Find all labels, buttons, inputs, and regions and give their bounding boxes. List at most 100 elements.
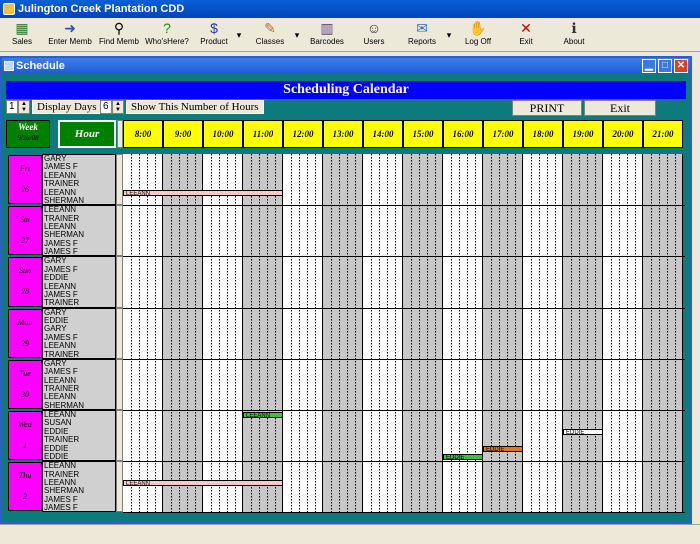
find-memb-button[interactable]: ⚲ Find Memb (98, 20, 140, 50)
binoculars-icon: ⚲ (113, 20, 125, 36)
close-icon: ✕ (520, 20, 532, 36)
hour-header: 10:00 (203, 120, 243, 148)
staff-list-scrollbar[interactable] (116, 461, 123, 513)
booking-bar[interactable]: LEEANN (243, 412, 283, 418)
day-name: Fri (19, 164, 31, 173)
barcodes-button[interactable]: ▥ Barcodes (306, 20, 348, 50)
users-button[interactable]: ☺ Users (354, 20, 394, 50)
hour-column[interactable] (323, 154, 363, 512)
day-name: Tue (19, 368, 31, 378)
staff-list[interactable]: LEEANN TRAINER LEEANN SHERMAN JAMES F JAMES F (42, 205, 116, 257)
exit-calendar-button[interactable]: Exit (584, 100, 656, 116)
app-icon (3, 3, 15, 15)
logoff-icon: ✋ (469, 20, 487, 36)
hour-column[interactable] (123, 154, 163, 512)
week-date: 9/26/08 (17, 134, 39, 142)
hour-column[interactable] (643, 154, 683, 512)
hour-column[interactable] (163, 154, 203, 512)
hour-header: 21:00 (643, 120, 683, 148)
booking-bar[interactable]: EDDIE (483, 445, 523, 452)
staff-list[interactable]: GARY JAMES F EDDIE LEEANN JAMES F TRAINER (42, 256, 116, 308)
logoff-button[interactable]: ✋ Log Off (456, 20, 500, 50)
day-name: Thu (18, 471, 32, 481)
hour-column[interactable] (203, 154, 243, 512)
about-button[interactable]: ℹ About (554, 20, 594, 50)
toolbar-label: Log Off (464, 37, 492, 46)
product-button[interactable]: $ Product (194, 20, 234, 50)
hour-header: 19:00 (563, 120, 603, 148)
booking-bar[interactable]: LEEANN (123, 189, 283, 196)
display-days-spinner[interactable]: ▲ ▼ (18, 100, 30, 114)
sales-icon: ▦ (15, 20, 29, 36)
hour-column[interactable] (283, 154, 323, 512)
day-cell: Tue 30 (8, 359, 42, 409)
staff-list[interactable]: GARY EDDIE GARY JAMES F LEEANN TRAINER (42, 307, 116, 359)
day-divider (123, 461, 685, 463)
day-name: Wed (18, 420, 32, 429)
staff-name: TRAINER (44, 349, 80, 359)
day-divider (123, 410, 685, 411)
hours-input[interactable]: 6 (100, 100, 112, 114)
schedule-grid: Week 9/26/08 Hour 8:00 9:00 10:00 11:00 12:0… (6, 118, 686, 518)
close-icon[interactable]: ✕ (674, 59, 688, 73)
day-date: 28 (21, 287, 29, 297)
staff-list-scrollbar[interactable] (116, 256, 123, 308)
booking-bar[interactable]: EDDIE (443, 454, 483, 460)
hour-column[interactable] (363, 154, 403, 512)
staff-list-scrollbar[interactable] (116, 154, 123, 206)
schedule-window-title-bar[interactable]: Schedule ▁ □ ✕ (2, 58, 690, 74)
toolbar-label: Users (363, 37, 385, 46)
day-cell: Sat 27 (8, 206, 42, 256)
reports-button[interactable]: ✉ Reports (400, 20, 444, 50)
toolbar-label: Who'sHere? (145, 37, 189, 46)
staff-list-scrollbar[interactable] (116, 205, 123, 257)
classes-dropdown-icon[interactable]: ▾ (294, 24, 300, 46)
product-dropdown-icon[interactable]: ▾ (236, 24, 242, 46)
day-divider (123, 358, 685, 360)
staff-list[interactable]: GARY JAMES F LEEANN TRAINER LEEANN SHERMAN (42, 358, 116, 410)
staff-list-scrollbar[interactable] (116, 307, 123, 359)
toolbar-label: Product (200, 37, 228, 46)
staff-list[interactable]: GARY JAMES F LEEANN TRAINER LEEANN SHERMAN (42, 154, 116, 206)
hour-column[interactable] (603, 154, 643, 512)
hour-column[interactable] (243, 154, 283, 512)
toolbar-label: Reports (407, 37, 436, 46)
reports-dropdown-icon[interactable]: ▾ (446, 24, 452, 46)
info-icon: ℹ (571, 20, 577, 36)
sales-button[interactable]: ▦ Sales (2, 20, 42, 50)
staff-list-scrollbar[interactable] (116, 358, 123, 410)
schedule-window-icon (4, 61, 14, 71)
display-days-input[interactable]: 1 (6, 100, 18, 114)
staff-list[interactable]: LEEANN TRAINER LEEANN SHERMAN JAMES F JAMES F (42, 461, 116, 513)
print-button[interactable]: PRINT (512, 100, 582, 116)
hour-column[interactable] (483, 154, 523, 512)
toolbar-label: Find Memb (98, 37, 139, 46)
barcode-icon: ▥ (320, 20, 334, 36)
hours-spinner[interactable]: ▲ ▼ (112, 100, 124, 114)
staff-name: JAMES F (44, 247, 78, 257)
day-divider (123, 205, 685, 207)
classes-button[interactable]: ✎ Classes (248, 20, 292, 50)
hour-header: 17:00 (483, 120, 523, 148)
classes-icon: ✎ (264, 20, 276, 36)
staff-list-scrollbar[interactable] (116, 410, 123, 462)
display-days-label: Display Days (32, 100, 102, 114)
maximize-icon[interactable]: □ (658, 59, 672, 73)
minimize-icon[interactable]: ▁ (642, 59, 656, 73)
whos-here-button[interactable]: ? Who'sHere? (144, 20, 190, 50)
exit-button[interactable]: ✕ Exit (508, 20, 544, 50)
hour-column[interactable] (523, 154, 563, 512)
booking-bar[interactable]: EDDIE (563, 428, 603, 435)
hour-column[interactable] (403, 154, 443, 512)
booking-bar[interactable]: LEEANN (123, 480, 283, 486)
hour-column[interactable] (563, 154, 603, 512)
day-cell: Wed 1 (8, 411, 42, 461)
enter-memb-button[interactable]: ➜ Enter Memb (46, 20, 94, 50)
staff-name: JAMES F (44, 503, 78, 513)
day-divider (123, 256, 685, 258)
staff-list[interactable]: LEEANN SUSAN EDDIE TRAINER EDDIE EDDIE (42, 410, 116, 462)
day-date: 2 (23, 492, 27, 502)
hour-header: 16:00 (443, 120, 483, 148)
hour-header: 11:00 (243, 120, 283, 148)
hour-header: 13:00 (323, 120, 363, 148)
